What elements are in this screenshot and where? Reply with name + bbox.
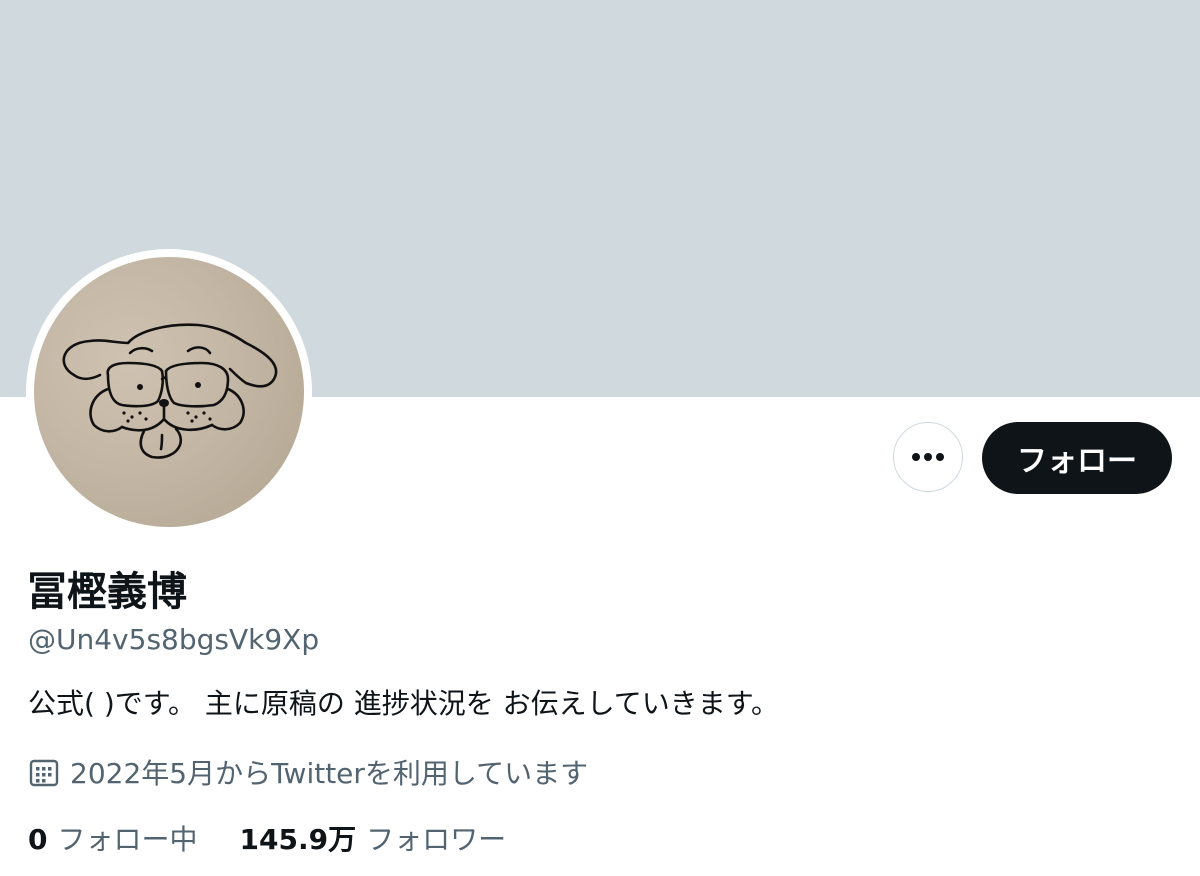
follow-stats: 0 フォロー中 145.9万 フォロワー — [28, 820, 506, 860]
join-date-text: 2022年5月からTwitterを利用しています — [70, 757, 589, 790]
follow-button[interactable]: フォロー — [982, 422, 1172, 494]
following-link[interactable]: 0 フォロー中 — [28, 820, 198, 860]
following-label: フォロー中 — [57, 823, 198, 856]
avatar-image — [34, 257, 304, 527]
user-handle: @Un4v5s8bgsVk9Xp — [28, 623, 320, 656]
more-horizontal-icon — [912, 453, 944, 461]
followers-link[interactable]: 145.9万 フォロワー — [240, 820, 507, 860]
followers-label: フォロワー — [366, 823, 507, 856]
dog-doodle-avatar-icon — [62, 323, 278, 459]
followers-count: 145.9万 — [239, 823, 357, 856]
join-date: 2022年5月からTwitterを利用しています — [28, 752, 588, 792]
profile-bio: 公式( )です。 主に原稿の 進捗状況を お伝えしていきます。 — [28, 687, 780, 720]
following-count: 0 — [28, 823, 48, 856]
display-name: 冨樫義博 — [27, 569, 187, 615]
calendar-icon — [28, 756, 60, 788]
profile-avatar[interactable] — [26, 249, 312, 535]
more-options-button[interactable] — [893, 422, 963, 492]
